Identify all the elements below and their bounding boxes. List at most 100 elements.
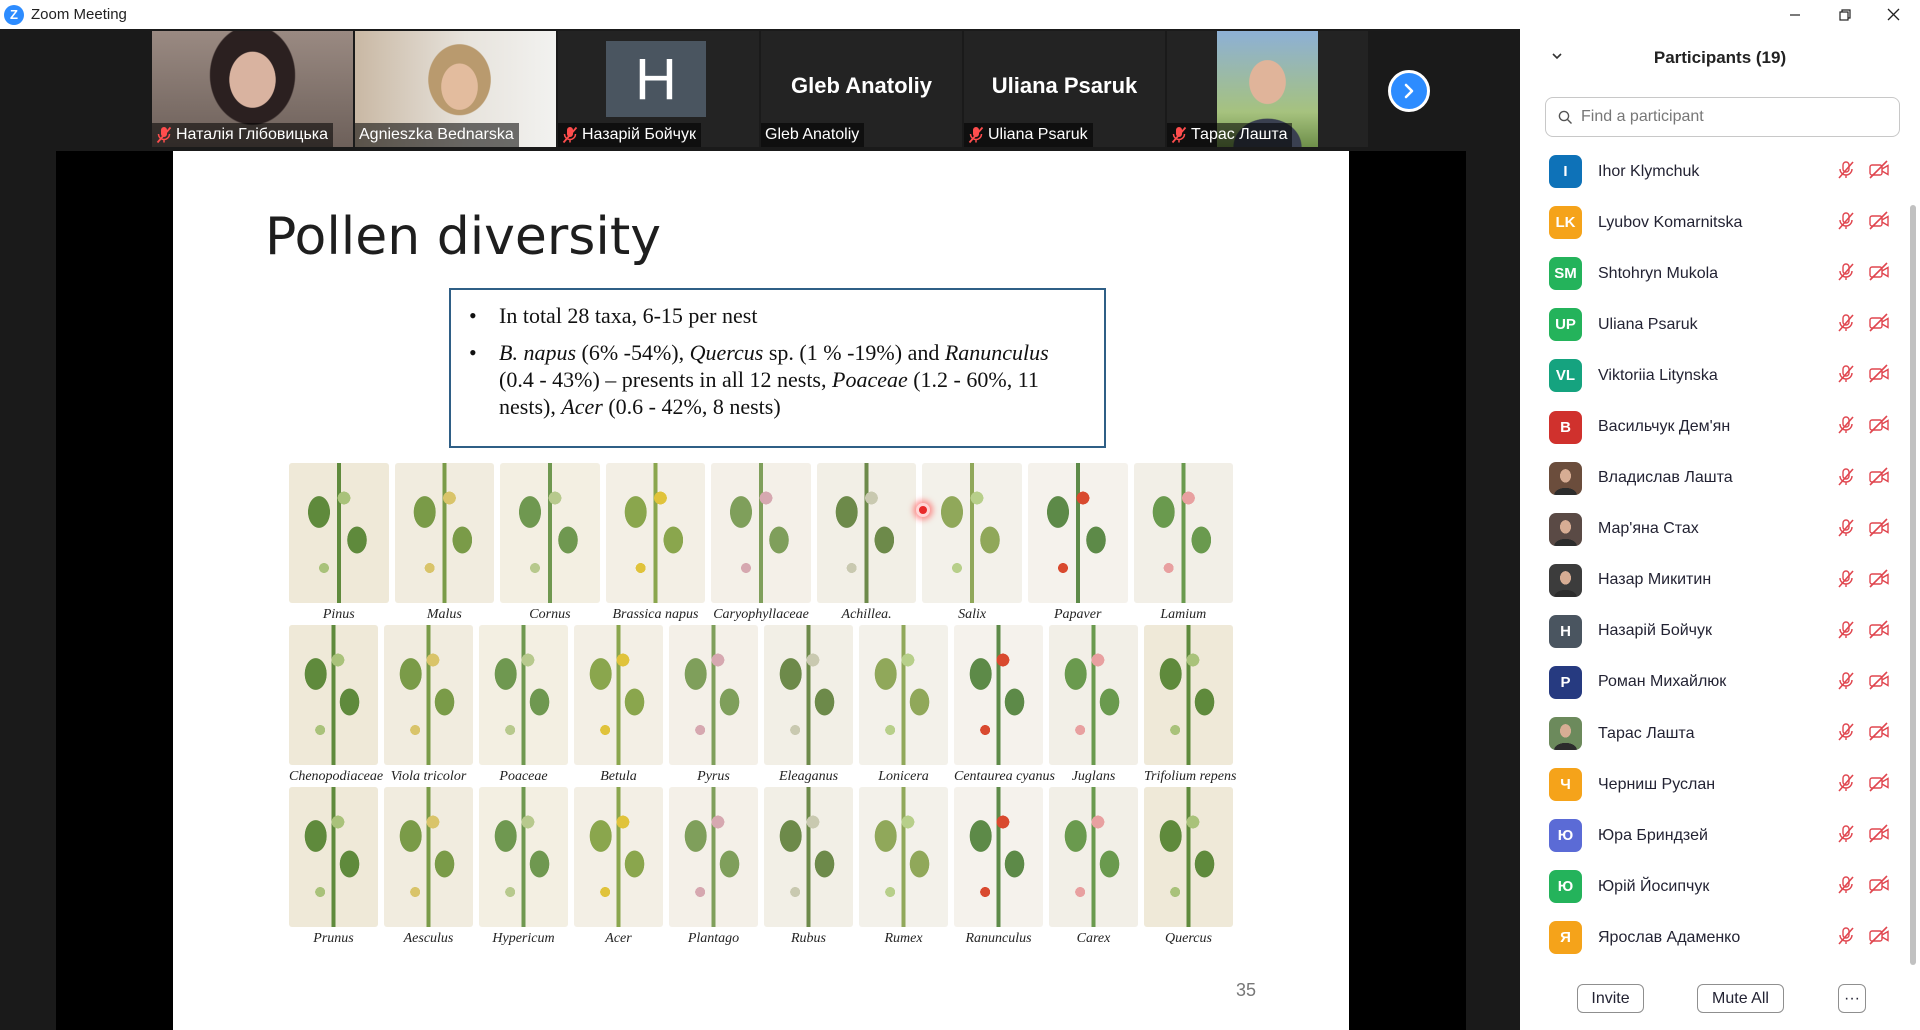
window-titlebar: Z Zoom Meeting bbox=[0, 0, 1520, 29]
video-off-icon[interactable] bbox=[1868, 722, 1890, 742]
video-tile[interactable]: H Назарій Бойчук bbox=[558, 31, 759, 147]
video-off-icon[interactable] bbox=[1868, 160, 1890, 180]
participant-row[interactable]: Ч Черниш Руслан bbox=[1520, 759, 1910, 810]
plant-drawing bbox=[394, 463, 495, 603]
video-tile[interactable]: Тарас Лашта bbox=[1167, 31, 1368, 147]
video-off-icon[interactable] bbox=[1868, 415, 1890, 435]
video-off-icon[interactable] bbox=[1868, 569, 1890, 589]
mute-all-button[interactable]: Mute All bbox=[1697, 984, 1784, 1013]
participant-avatar: Ч bbox=[1549, 768, 1582, 802]
next-page-button[interactable] bbox=[1388, 70, 1430, 112]
participant-row[interactable]: Назар Микитин bbox=[1520, 555, 1910, 606]
muted-mic-icon[interactable] bbox=[1836, 364, 1856, 384]
bullet-text: In total 28 taxa, 6-15 per nest bbox=[499, 303, 758, 328]
muted-mic-icon[interactable] bbox=[1836, 773, 1856, 793]
participant-name: Gleb Anatoliy bbox=[765, 126, 860, 143]
participant-list: I Ihor Klymchuk LK Lyubov Komarnitska SM Shto… bbox=[1520, 146, 1910, 964]
participant-row[interactable]: H Назарій Бойчук bbox=[1520, 606, 1910, 657]
plant-drawing bbox=[1133, 463, 1234, 603]
participant-row[interactable]: Тарас Лашта bbox=[1520, 708, 1910, 759]
taxon-name: Poaceae bbox=[832, 367, 908, 392]
participant-row[interactable]: UP Uliana Psaruk bbox=[1520, 299, 1910, 350]
video-off-icon[interactable] bbox=[1868, 875, 1890, 895]
plant-illustration: Acer bbox=[574, 787, 663, 949]
plant-illustration: Centaurea cyanus bbox=[954, 625, 1055, 787]
muted-mic-icon[interactable] bbox=[1836, 160, 1856, 180]
participant-name: Ярослав Адаменко bbox=[1598, 928, 1741, 946]
video-tile[interactable]: Agnieszka Bednarska bbox=[355, 31, 556, 147]
video-tile[interactable]: Наталія Глібовицька bbox=[152, 31, 353, 147]
search-input[interactable] bbox=[1581, 108, 1881, 126]
muted-mic-icon[interactable] bbox=[1836, 211, 1856, 231]
chevron-down-icon[interactable] bbox=[1550, 49, 1564, 63]
participant-name: Наталія Глібовицька bbox=[176, 126, 329, 143]
muted-mic-icon[interactable] bbox=[1836, 926, 1856, 946]
restore-icon bbox=[1839, 8, 1851, 21]
participant-row[interactable]: Я Ярослав Адаменко bbox=[1520, 912, 1910, 963]
participant-row[interactable]: Ю Юрій Йосипчук bbox=[1520, 861, 1910, 912]
plant-caption: Rubus bbox=[791, 931, 826, 946]
more-options-button[interactable]: ··· bbox=[1838, 984, 1866, 1013]
participant-row[interactable]: Ю Юра Бриндзей bbox=[1520, 810, 1910, 861]
video-off-icon[interactable] bbox=[1868, 824, 1890, 844]
participant-row[interactable]: Мар'яна Стах bbox=[1520, 504, 1910, 555]
participant-avatar bbox=[1549, 512, 1582, 546]
muted-mic-icon[interactable] bbox=[1836, 824, 1856, 844]
muted-mic-icon[interactable] bbox=[1836, 875, 1856, 895]
plant-row: Chenopodiaceae Viola tricolor Poaceae Betul… bbox=[286, 625, 1236, 787]
participant-row[interactable]: P Роман Михайлюк bbox=[1520, 657, 1910, 708]
participant-row[interactable]: I Ihor Klymchuk bbox=[1520, 146, 1910, 197]
participant-name-label: Назарій Бойчук bbox=[558, 123, 702, 147]
restore-button[interactable] bbox=[1822, 0, 1868, 29]
participant-list-scrollbar[interactable] bbox=[1910, 205, 1916, 965]
video-tile[interactable]: Gleb Anatoliy Gleb Anatoliy bbox=[761, 31, 962, 147]
meeting-area: Наталія Глібовицька Agnieszka Bednarska H Н… bbox=[0, 29, 1520, 1030]
muted-mic-icon[interactable] bbox=[1836, 467, 1856, 487]
plant-illustration: Prunus bbox=[289, 787, 378, 949]
plant-illustration: Papaver bbox=[1027, 463, 1128, 625]
muted-mic-icon[interactable] bbox=[1836, 262, 1856, 282]
minimize-button[interactable] bbox=[1772, 0, 1818, 29]
participants-header: Participants (19) bbox=[1520, 43, 1920, 73]
muted-mic-icon[interactable] bbox=[1836, 313, 1856, 333]
bullet-text: (0.4 - 43%) – presents in all 12 nests, bbox=[499, 367, 832, 392]
close-button[interactable] bbox=[1870, 0, 1916, 29]
invite-button[interactable]: Invite bbox=[1577, 984, 1644, 1013]
plant-caption: Poaceae bbox=[499, 769, 548, 784]
muted-mic-icon[interactable] bbox=[1836, 620, 1856, 640]
muted-mic-icon[interactable] bbox=[1836, 671, 1856, 691]
participant-status-icons bbox=[1836, 364, 1890, 384]
video-off-icon[interactable] bbox=[1868, 211, 1890, 231]
video-off-icon[interactable] bbox=[1868, 518, 1890, 538]
muted-mic-icon[interactable] bbox=[1836, 415, 1856, 435]
muted-mic-icon[interactable] bbox=[1836, 722, 1856, 742]
plant-drawing bbox=[954, 787, 1043, 927]
video-off-icon[interactable] bbox=[1868, 926, 1890, 946]
participant-row[interactable]: VL Viktoriia Litynska bbox=[1520, 350, 1910, 401]
participant-status-icons bbox=[1836, 671, 1890, 691]
video-off-icon[interactable] bbox=[1868, 773, 1890, 793]
video-off-icon[interactable] bbox=[1868, 620, 1890, 640]
video-off-icon[interactable] bbox=[1868, 262, 1890, 282]
participant-row[interactable]: SM Shtohryn Mukola bbox=[1520, 248, 1910, 299]
plant-caption: Ranunculus bbox=[965, 931, 1032, 946]
participant-row[interactable]: LK Lyubov Komarnitska bbox=[1520, 197, 1910, 248]
plant-drawing bbox=[574, 625, 663, 765]
participant-avatar: VL bbox=[1549, 359, 1582, 393]
slide-bullet-box: In total 28 taxa, 6-15 per nest B. napus… bbox=[449, 288, 1106, 448]
participant-row[interactable]: Владислав Лашта bbox=[1520, 453, 1910, 504]
video-off-icon[interactable] bbox=[1868, 671, 1890, 691]
video-off-icon[interactable] bbox=[1868, 313, 1890, 333]
plant-illustration: Plantago bbox=[669, 787, 758, 949]
plant-caption: Trifolium repens bbox=[1144, 769, 1237, 784]
plant-illustration: Lamium bbox=[1133, 463, 1234, 625]
video-tile[interactable]: Uliana Psaruk Uliana Psaruk bbox=[964, 31, 1165, 147]
participant-search[interactable] bbox=[1545, 97, 1900, 137]
video-off-icon[interactable] bbox=[1868, 364, 1890, 384]
video-off-icon[interactable] bbox=[1868, 466, 1890, 487]
muted-mic-icon[interactable] bbox=[1836, 518, 1856, 538]
plant-illustration: Ranunculus bbox=[954, 787, 1043, 949]
muted-mic-icon[interactable] bbox=[1836, 569, 1856, 589]
participant-status-icons bbox=[1836, 926, 1890, 946]
participant-row[interactable]: B Васильчук Дем'ян bbox=[1520, 401, 1910, 452]
